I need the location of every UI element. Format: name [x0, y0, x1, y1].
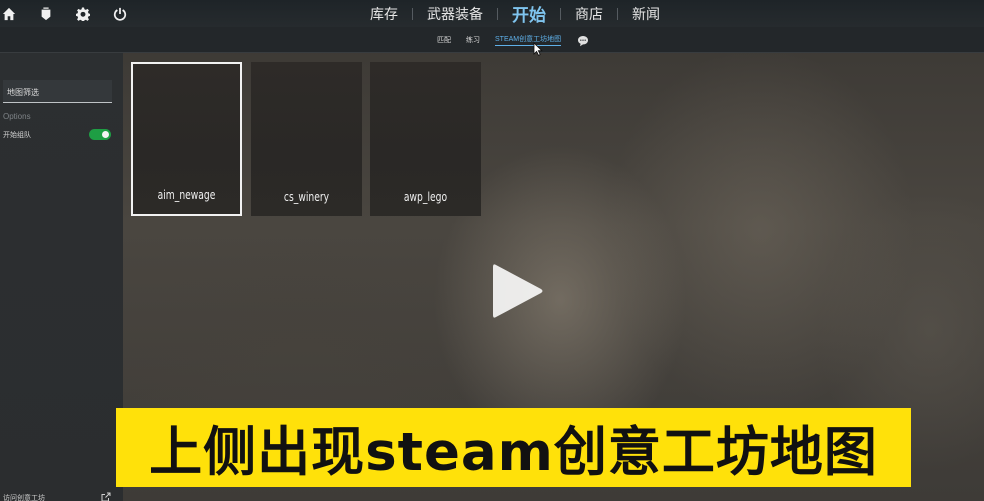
start-team-toggle[interactable]	[89, 129, 111, 140]
options-heading: Options	[3, 112, 31, 121]
top-icon-group	[0, 0, 143, 27]
tab-loadout[interactable]: 武器装备	[423, 4, 487, 24]
tab-news[interactable]: 新闻	[628, 4, 664, 24]
power-icon[interactable]	[112, 6, 128, 22]
map-name: cs_winery	[283, 190, 330, 204]
tab-play[interactable]: 开始	[508, 1, 550, 26]
caption-banner: 上侧出现steam创意工坊地图	[116, 408, 911, 487]
external-link-icon[interactable]	[101, 492, 111, 501]
start-team-label: 开始组队	[3, 132, 31, 139]
sub-nav-tabs: 匹配 练习 STEAM创意工坊地图	[437, 27, 589, 53]
nav-divider	[560, 7, 561, 20]
subtab-practice[interactable]: 练习	[466, 35, 480, 45]
map-filter-input[interactable]: 地图筛选	[3, 80, 112, 103]
map-card-aim-newage[interactable]: aim_newage	[131, 62, 242, 216]
main-nav-tabs: 库存 武器装备 开始 商店 新闻	[366, 0, 664, 27]
tab-inventory[interactable]: 库存	[366, 4, 402, 24]
sub-navigation-bar: 匹配 练习 STEAM创意工坊地图	[0, 27, 984, 53]
map-name: awp_lego	[403, 190, 448, 204]
nav-divider	[617, 7, 618, 20]
ranking-icon[interactable]	[38, 6, 54, 22]
nav-divider	[497, 7, 498, 20]
home-icon[interactable]	[1, 6, 17, 22]
tab-store[interactable]: 商店	[571, 4, 607, 24]
top-navigation-bar: 库存 武器装备 开始 商店 新闻	[0, 0, 984, 27]
start-team-option: 开始组队	[3, 129, 111, 141]
subtab-matchmaking[interactable]: 匹配	[437, 35, 451, 45]
map-name: aim_newage	[157, 188, 216, 202]
nav-divider	[412, 7, 413, 20]
toggle-knob	[102, 131, 109, 138]
mouse-cursor-icon	[533, 42, 543, 56]
map-card-cs-winery[interactable]: cs_winery	[251, 62, 362, 216]
visit-workshop-link[interactable]: 访问创意工坊	[3, 493, 45, 501]
map-filter-sidebar: 地图筛选 Options 开始组队 访问创意工坊	[0, 53, 123, 501]
subtab-workshop-maps[interactable]: STEAM创意工坊地图	[495, 34, 562, 46]
caption-text: 上侧出现steam创意工坊地图	[149, 421, 878, 483]
chat-icon[interactable]	[577, 34, 589, 47]
map-card-awp-lego[interactable]: awp_lego	[370, 62, 481, 216]
gear-icon[interactable]	[75, 6, 91, 22]
play-icon[interactable]	[492, 261, 544, 321]
